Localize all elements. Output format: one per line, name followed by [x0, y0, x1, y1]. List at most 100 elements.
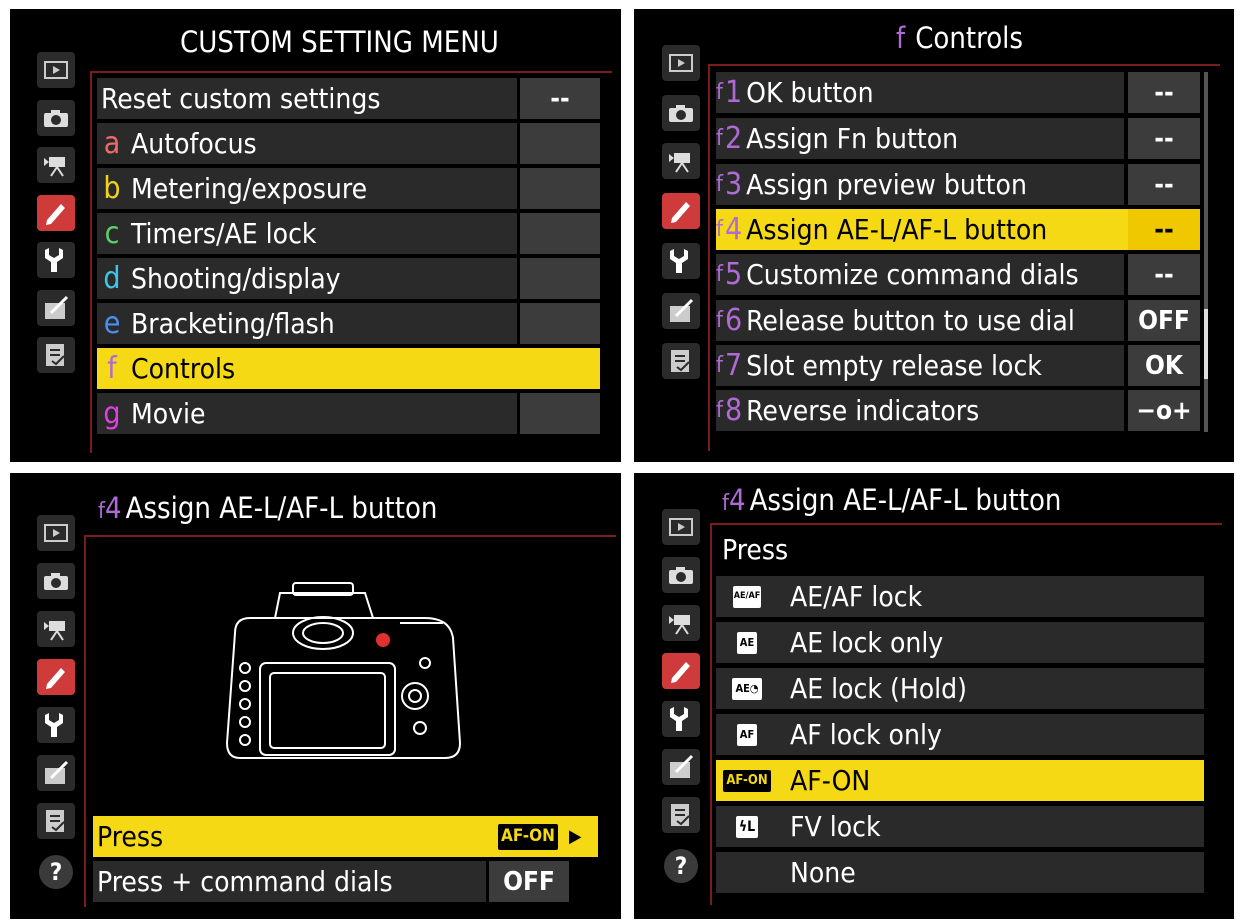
controls-item-value: -- [1128, 118, 1200, 159]
ae-lock-icon: AE [736, 631, 758, 654]
option-ae-lock-only[interactable]: AE AE lock only [716, 622, 1204, 663]
menu-item-controls[interactable]: f Controls [97, 348, 600, 389]
ae-af-lock-icon: AE/AF [733, 585, 761, 608]
option-label: AE/AF lock [790, 580, 923, 613]
controls-item-f8[interactable]: f8 Reverse indicators −o+ [716, 390, 1200, 431]
controls-item-value: -- [1128, 209, 1200, 250]
option-label: FV lock [790, 810, 881, 843]
option-label: None [790, 856, 856, 889]
menu-item-label: Shooting/display [131, 262, 341, 295]
controls-item-value: -- [1128, 254, 1200, 295]
controls-item-label: Customize command dials [746, 258, 1079, 291]
menu-item-value [520, 393, 600, 434]
help-icon[interactable]: ? [664, 849, 698, 883]
menu-item-movie[interactable]: g Movie [97, 393, 600, 434]
controls-item-f4[interactable]: f4 Assign AE-L/AF-L button -- [716, 209, 1200, 250]
playback-menu-icon[interactable] [37, 52, 75, 88]
press-dials-setting-row[interactable]: Press + command dials OFF [93, 861, 598, 902]
menu-item-metering[interactable]: b Metering/exposure [97, 168, 600, 209]
retouch-icon[interactable] [662, 293, 700, 329]
assign-ae-af-panel: f4 Assign AE-L/AF-L button ? Press AF-ON… [10, 473, 621, 919]
my-menu-icon[interactable] [37, 803, 75, 839]
camera-menu-icon[interactable] [37, 100, 75, 136]
playback-menu-icon[interactable] [662, 45, 700, 81]
menu-item-label: Controls [131, 352, 236, 385]
pencil-icon[interactable] [37, 195, 75, 231]
menu-item-letter: e [103, 306, 121, 341]
menu-item-letter: a [103, 126, 121, 161]
controls-item-label: Release button to use dial [746, 304, 1075, 337]
movie-menu-icon[interactable] [37, 611, 75, 647]
pencil-icon[interactable] [662, 193, 700, 229]
wrench-icon[interactable] [37, 242, 75, 278]
option-ae-lock-hold[interactable]: AE◔ AE lock (Hold) [716, 668, 1204, 709]
controls-item-f7[interactable]: f7 Slot empty release lock OK [716, 345, 1200, 386]
camera-menu-icon[interactable] [37, 563, 75, 599]
retouch-icon[interactable] [37, 290, 75, 326]
option-fv-lock[interactable]: ϟL FV lock [716, 806, 1204, 847]
movie-menu-icon[interactable] [662, 605, 700, 641]
my-menu-icon[interactable] [662, 797, 700, 833]
wrench-icon[interactable] [662, 243, 700, 279]
controls-item-f6[interactable]: f6 Release button to use dial OFF [716, 300, 1200, 341]
playback-menu-icon[interactable] [37, 515, 75, 551]
controls-item-label: Reverse indicators [746, 394, 980, 427]
pencil-icon[interactable] [662, 653, 700, 689]
controls-item-f2[interactable]: f2 Assign Fn button -- [716, 118, 1200, 159]
menu-item-value [520, 213, 600, 254]
option-none[interactable]: None [716, 852, 1204, 893]
option-label: AE lock (Hold) [790, 672, 967, 705]
menu-item-autofocus[interactable]: a Autofocus [97, 123, 600, 164]
camera-back-illustration [225, 582, 462, 759]
option-af-lock-only[interactable]: AF AF lock only [716, 714, 1204, 755]
menu-item-timers[interactable]: c Timers/AE lock [97, 213, 600, 254]
option-label: AF-ON [790, 764, 871, 797]
controls-item-label: OK button [746, 76, 874, 109]
menu-item-letter: d [103, 261, 121, 296]
page-title: f4 Assign AE-L/AF-L button [98, 491, 438, 525]
my-menu-icon[interactable] [662, 343, 700, 379]
menu-item-bracketing[interactable]: e Bracketing/flash [97, 303, 600, 344]
menu-item-letter: g [103, 396, 121, 431]
help-icon[interactable]: ? [39, 855, 73, 889]
menu-item-label: Metering/exposure [131, 172, 368, 205]
controls-item-f3[interactable]: f3 Assign preview button -- [716, 164, 1200, 205]
press-setting-row[interactable]: Press AF-ON ▶ [93, 816, 598, 857]
controls-item-label: Slot empty release lock [746, 349, 1042, 382]
camera-menu-icon[interactable] [662, 95, 700, 131]
menu-item-label: Reset custom settings [101, 82, 381, 115]
subtitle-press: Press [722, 533, 789, 566]
controls-item-f1[interactable]: f1 OK button -- [716, 72, 1200, 113]
movie-menu-icon[interactable] [37, 147, 75, 183]
playback-menu-icon[interactable] [662, 509, 700, 545]
menu-item-shooting[interactable]: d Shooting/display [97, 258, 600, 299]
retouch-icon[interactable] [37, 755, 75, 791]
camera-menu-icon[interactable] [662, 557, 700, 593]
menu-item-value: -- [520, 78, 600, 119]
controls-item-value: OK [1128, 345, 1200, 386]
wrench-icon[interactable] [37, 707, 75, 743]
ae-lock-hold-icon: AE◔ [732, 677, 762, 700]
controls-item-value: −o+ [1128, 390, 1200, 431]
option-af-on[interactable]: AF-ON AF-ON [716, 760, 1204, 801]
menu-item-letter: f [107, 351, 117, 386]
press-options-panel: f4 Assign AE-L/AF-L button ? Press AE/AF … [634, 473, 1234, 919]
af-on-icon: AF-ON [723, 769, 771, 792]
wrench-icon[interactable] [662, 701, 700, 737]
pencil-icon[interactable] [37, 659, 75, 695]
af-lock-icon: AF [736, 723, 758, 746]
scrollbar-thumb[interactable] [1204, 309, 1208, 379]
controls-item-value: OFF [1128, 300, 1200, 341]
menu-item-letter: b [103, 171, 121, 206]
menu-item-reset[interactable]: Reset custom settings -- [97, 78, 600, 119]
retouch-icon[interactable] [662, 749, 700, 785]
controls-item-f5[interactable]: f5 Customize command dials -- [716, 254, 1200, 295]
my-menu-icon[interactable] [37, 337, 75, 373]
menu-item-label: Autofocus [131, 127, 257, 160]
fv-lock-icon: ϟL [735, 815, 759, 838]
menu-item-value [520, 258, 600, 299]
option-ae-af-lock[interactable]: AE/AF AE/AF lock [716, 576, 1204, 617]
page-title: CUSTOM SETTING MENU [180, 25, 499, 59]
movie-menu-icon[interactable] [662, 143, 700, 179]
custom-setting-menu-panel: CUSTOM SETTING MENU Reset custom setting… [10, 9, 621, 462]
